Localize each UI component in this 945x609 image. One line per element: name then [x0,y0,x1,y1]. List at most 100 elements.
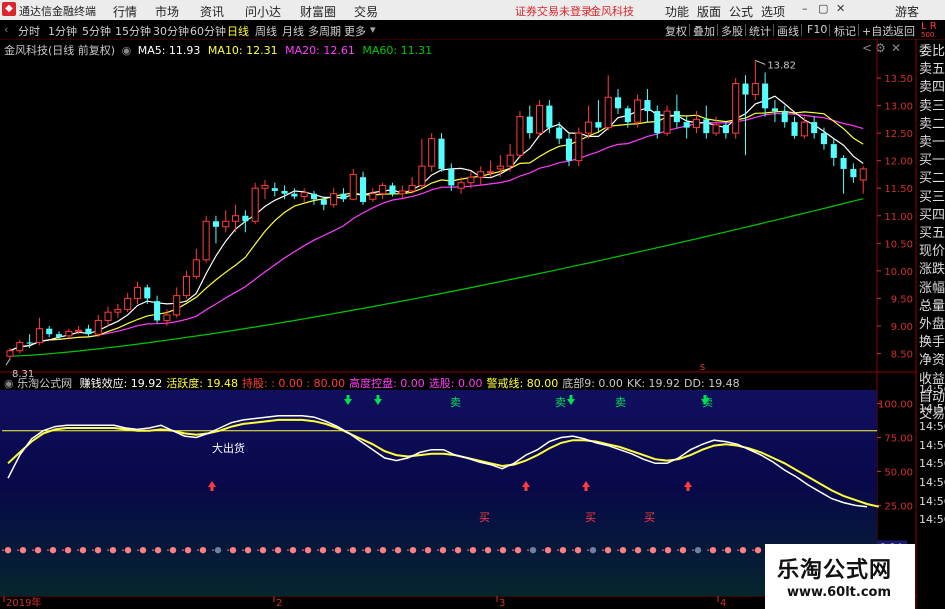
candle-body-up [330,193,338,206]
signal-dot [754,546,762,554]
side-panel-item[interactable]: 买五 [919,222,945,241]
side-panel-item[interactable]: 净资 [919,349,945,368]
x-axis-label: 3 [499,598,505,609]
candle-body-up [751,83,759,96]
signal-dot [574,546,582,554]
price-axis-label: 12.00 [884,157,913,168]
sell-label: 卖 [615,396,626,409]
signal-dot [364,546,372,554]
side-panel-item[interactable]: 买一 [919,149,945,168]
price-axis-label: 11.00 [884,212,913,223]
candle-body-down [242,215,249,222]
side-panel-item[interactable]: 委比 [919,40,945,59]
price-axis-label: 13.00 [884,102,913,113]
candle-body-up [506,154,514,167]
side-panel-item[interactable]: 卖四 [919,76,945,95]
low-label: 8.31 [12,369,34,380]
signal-dot [229,546,237,554]
candle-body-up [232,215,240,222]
candle-body-down [26,342,33,344]
side-panel-item[interactable]: 涨跌 [919,258,945,277]
signal-dot [94,546,102,554]
price-axis-label: 12.50 [884,129,913,140]
side-panel-item[interactable]: 买四 [919,204,945,223]
signal-dot [274,546,282,554]
signal-dot [529,546,537,554]
watermark: 乐淘公式网 www.60lt.com [765,544,915,609]
candle-body-up [692,118,701,129]
signal-dot [64,546,72,554]
candle-body-up [261,184,269,189]
candle-body-up [496,165,504,170]
candle-body-down [360,177,367,202]
candle-body-up [163,314,171,321]
tick-time: 14:56 [919,438,945,452]
sell-label: 卖 [702,396,713,409]
sell-label: 卖 [450,396,461,409]
candle-body-up [732,83,740,134]
candle-body-down [448,168,455,186]
lr-volume: 500 [921,31,935,39]
candle-body-up [124,297,132,310]
signal-dot [169,546,177,554]
candle-body-down [526,116,533,134]
signal-dot [514,546,522,554]
x-axis-label: 4 [720,598,726,609]
side-panel-item[interactable]: 总量 [919,295,945,314]
candle-body-up [486,171,495,174]
candle-body-up [349,173,357,200]
kline-chart[interactable]: 13.50 13.00 12.50 12.00 11.50 11.00 10.50 10.00… [0,0,945,609]
candle-body-down [742,83,749,95]
side-panel-item[interactable]: 卖五 [919,58,945,77]
candle-body-up [467,176,475,184]
side-panel-item[interactable]: 卖一 [919,131,945,150]
signal-dot [349,546,357,554]
signal-dot [499,546,507,554]
tick-time: 14:56 [919,513,945,527]
candle-body-down [320,199,327,205]
candle-body-down [644,100,651,112]
candle-body-down [771,108,778,112]
signal-dot [124,546,132,554]
side-panel-item[interactable]: 买三 [919,186,945,205]
signal-dot [34,546,42,554]
side-panel-item[interactable]: 现价 [919,240,945,259]
lr-badge[interactable]: L R 500 [921,22,937,40]
candle-body-down [438,138,445,169]
high-pointer [755,59,766,65]
signal-dot [79,546,87,554]
candle-body-down [820,133,828,145]
candle-body-down [565,138,573,161]
signal-dot [244,546,252,554]
side-panel-item[interactable]: 换手 [919,331,945,350]
candle-body-up [182,275,191,297]
signal-dot [619,546,627,554]
candle-body-down [762,83,769,109]
candle-body-up [65,330,73,337]
price-axis-label: 10.50 [884,239,913,250]
side-panel-item[interactable]: 涨幅 [919,277,945,296]
signal-dot [409,546,417,554]
signal-dot [739,546,747,554]
buy-label: 买 [479,511,490,524]
indicator-axis-label: 25.00 [884,501,913,512]
side-panel-item[interactable]: 卖三 [919,95,945,114]
candle-body-up [585,121,593,134]
big-sell-label: 大出货 [212,441,245,455]
side-panel-item[interactable]: 外盘 [919,313,945,332]
watermark-title: 乐淘公式网 [777,558,893,583]
price-axis-label: 9.50 [891,294,913,305]
low-pointer [5,358,11,366]
side-panel-item[interactable]: 买二 [919,167,945,186]
candle-body-up [800,121,808,137]
candle-body-up [114,308,122,313]
signal-dot [379,546,387,554]
candle-body-up [202,220,210,261]
side-panel-item[interactable]: 卖二 [919,113,945,132]
signal-dot [424,546,432,554]
candle-body-up [634,99,642,123]
candle-body-down [340,193,347,200]
candle-body-up [516,116,524,156]
candle-body-up [428,138,436,167]
candle-body-down [212,221,219,227]
